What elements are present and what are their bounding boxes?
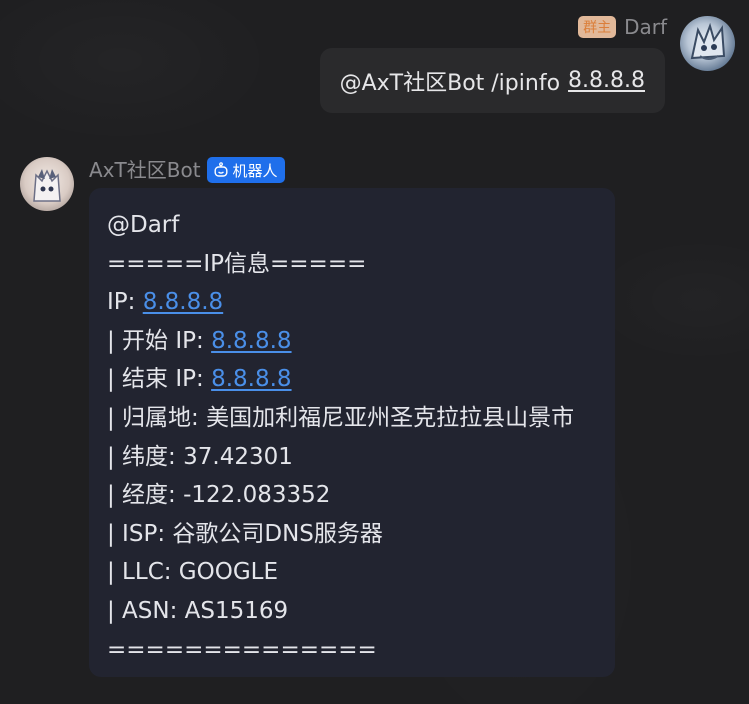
start-ip-line: | 开始 IP: 8.8.8.8 — [107, 322, 597, 361]
sender-name-bot[interactable]: AxT社区Bot — [89, 158, 201, 182]
incoming-message-header: AxT社区Bot 机器人 — [89, 157, 285, 183]
ip-label: IP: — [107, 289, 143, 316]
avatar-bot-image — [33, 169, 61, 202]
avatar-darf[interactable] — [680, 16, 735, 71]
end-ip-line: | 结束 IP: 8.8.8.8 — [107, 360, 597, 399]
start-ip-link[interactable]: 8.8.8.8 — [211, 328, 291, 354]
llc-line: | LLC: GOOGLE — [107, 559, 279, 586]
owner-role-badge: 群主 — [578, 16, 617, 38]
incoming-message-bubble[interactable]: @Darf =====IP信息===== IP: 8.8.8.8 | 开始 IP… — [89, 188, 615, 677]
avatar-bot[interactable] — [20, 157, 74, 211]
robot-icon — [214, 162, 228, 177]
bot-badge-label: 机器人 — [232, 161, 278, 180]
outgoing-message: 群主 Darf @AxT社区Bot /ipinfo 8.8.8.8 — [0, 0, 749, 130]
command-ip-link[interactable]: 8.8.8.8 — [568, 68, 645, 93]
avatar-darf-image — [690, 22, 726, 60]
mention-line: @Darf — [107, 212, 180, 238]
start-ip-label: | 开始 IP: — [107, 327, 212, 354]
longitude-line: | 经度: -122.083352 — [107, 482, 331, 509]
asn-line: | ASN: AS15169 — [107, 597, 289, 624]
command-text: @AxT社区Bot /ipinfo — [339, 70, 561, 96]
outgoing-message-bubble[interactable]: @AxT社区Bot /ipinfo 8.8.8.8 — [319, 48, 665, 113]
location-line: | 归属地: 美国加利福尼亚州圣克拉拉县山景市 — [107, 404, 575, 431]
end-ip-link[interactable]: 8.8.8.8 — [211, 366, 291, 392]
latitude-line: | 纬度: 37.42301 — [107, 443, 293, 470]
info-footer-line: ============== — [107, 636, 377, 663]
isp-line: | ISP: 谷歌公司DNS服务器 — [107, 520, 383, 547]
outgoing-message-header: 群主 Darf — [578, 15, 667, 39]
info-header-line: =====IP信息===== — [107, 250, 367, 277]
sender-name-darf[interactable]: Darf — [624, 15, 667, 39]
ip-line: IP: 8.8.8.8 — [107, 283, 597, 322]
end-ip-label: | 结束 IP: — [107, 366, 212, 393]
bot-badge: 机器人 — [206, 157, 285, 183]
ip-link[interactable]: 8.8.8.8 — [143, 289, 223, 315]
